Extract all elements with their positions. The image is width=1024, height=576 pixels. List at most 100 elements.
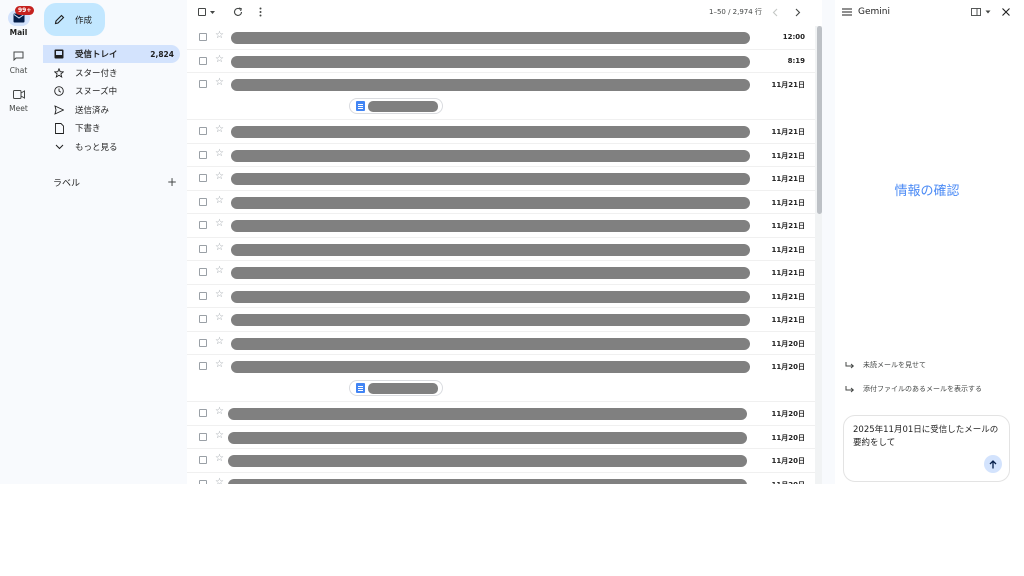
mail-row[interactable]: ☆ 11月20日 xyxy=(187,332,815,355)
gemini-panel: Gemini 情報の確認 未読メールを見せて 添付ファイルのあるメールを表示する… xyxy=(835,0,1024,484)
mail-row[interactable]: ☆ 11月21日 xyxy=(187,261,815,285)
mail-row[interactable]: ☆ 11月21日 xyxy=(187,167,815,191)
pagination-text: 1–50 / 2,974 行 xyxy=(709,8,762,16)
nav-item-label: 受信トレイ xyxy=(75,50,118,60)
scrollbar-thumb[interactable] xyxy=(817,26,822,214)
mail-row[interactable]: ☆ 11月20日 xyxy=(187,355,815,402)
mail-date: 11月21日 xyxy=(771,245,805,254)
row-checkbox[interactable] xyxy=(199,56,207,65)
redacted-content xyxy=(231,196,750,209)
unread-badge: 99+ xyxy=(15,6,35,15)
suggestion-chip[interactable]: 未読メールを見せて xyxy=(845,360,926,370)
row-checkbox[interactable] xyxy=(199,432,207,441)
row-checkbox[interactable] xyxy=(199,221,207,229)
row-checkbox[interactable] xyxy=(199,338,207,347)
send-button[interactable] xyxy=(984,455,1002,473)
nav-item-snoozed[interactable]: スヌーズ中 xyxy=(43,82,180,100)
next-page-button[interactable] xyxy=(795,6,801,18)
prompt-text: 2025年11月01日に受信したメールの要約をして xyxy=(853,425,999,448)
chevron-left-icon xyxy=(772,8,778,16)
row-checkbox[interactable] xyxy=(199,197,207,206)
refresh-button[interactable] xyxy=(233,6,243,18)
suggestion-chip[interactable]: 添付ファイルのあるメールを表示する xyxy=(845,384,982,394)
star-icon[interactable]: ☆ xyxy=(215,288,224,302)
nav-item-sent[interactable]: 送信済み xyxy=(43,101,180,119)
doc-icon xyxy=(356,101,365,111)
mail-row[interactable]: ☆ 8:19 xyxy=(187,50,815,73)
row-checkbox[interactable] xyxy=(199,291,207,300)
star-icon[interactable]: ☆ xyxy=(215,335,224,349)
star-icon[interactable]: ☆ xyxy=(215,311,224,325)
star-icon[interactable]: ☆ xyxy=(215,476,224,485)
mail-row[interactable]: ☆ 11月21日 xyxy=(187,144,815,167)
mail-row[interactable]: ☆ 11月21日 xyxy=(187,238,815,261)
mail-row[interactable]: ☆ 12:00 xyxy=(187,26,815,50)
mail-row[interactable]: ☆ 11月21日 xyxy=(187,73,815,120)
prev-page-button[interactable] xyxy=(772,6,778,18)
attachment-chip[interactable] xyxy=(349,380,443,396)
row-checkbox[interactable] xyxy=(199,409,207,417)
redacted-content xyxy=(231,149,750,162)
chevron-down-icon xyxy=(53,141,65,153)
star-icon[interactable]: ☆ xyxy=(215,241,224,255)
mail-row[interactable]: ☆ 11月20日 xyxy=(187,402,815,426)
mail-row[interactable]: ☆ 11月21日 xyxy=(187,191,815,214)
row-checkbox[interactable] xyxy=(199,268,207,276)
row-checkbox[interactable] xyxy=(199,80,207,88)
mail-row[interactable]: ☆ 11月21日 xyxy=(187,214,815,238)
star-icon xyxy=(53,67,65,79)
add-label-button[interactable]: + xyxy=(167,175,177,189)
mail-date: 11月20日 xyxy=(771,363,805,371)
row-checkbox[interactable] xyxy=(199,127,207,135)
forward-arrow-icon xyxy=(845,386,855,393)
mail-row[interactable]: ☆ 11月21日 xyxy=(187,120,815,144)
panel-layout-icon[interactable] xyxy=(971,8,981,16)
star-icon[interactable]: ☆ xyxy=(215,147,224,161)
star-icon[interactable]: ☆ xyxy=(215,217,224,231)
nav-item-starred[interactable]: スター付き xyxy=(43,64,180,82)
mail-row[interactable]: ☆ 11月20日 xyxy=(187,473,815,485)
star-icon[interactable]: ☆ xyxy=(215,53,224,67)
compose-button[interactable]: 作成 xyxy=(44,3,105,36)
gemini-prompt-input[interactable]: 2025年11月01日に受信したメールの要約をして xyxy=(843,415,1010,482)
nav-item-inbox[interactable]: 受信トレイ 2,824 xyxy=(43,45,180,63)
row-checkbox[interactable] xyxy=(199,33,207,41)
more-options-button[interactable] xyxy=(259,6,262,18)
row-checkbox[interactable] xyxy=(199,244,207,253)
mail-date: 11月21日 xyxy=(771,128,805,136)
mail-row[interactable]: ☆ 11月20日 xyxy=(187,426,815,449)
star-icon[interactable]: ☆ xyxy=(215,123,224,137)
star-icon[interactable]: ☆ xyxy=(215,264,224,278)
menu-icon[interactable] xyxy=(842,8,852,16)
row-checkbox[interactable] xyxy=(199,174,207,182)
star-icon[interactable]: ☆ xyxy=(215,452,224,466)
star-icon[interactable]: ☆ xyxy=(215,76,224,90)
doc-icon xyxy=(356,383,365,393)
star-icon[interactable]: ☆ xyxy=(215,170,224,184)
star-icon[interactable]: ☆ xyxy=(215,194,224,208)
star-icon[interactable]: ☆ xyxy=(215,29,224,43)
mail-row[interactable]: ☆ 11月21日 xyxy=(187,285,815,308)
labels-section: ラベル + xyxy=(53,175,177,189)
star-icon[interactable]: ☆ xyxy=(215,429,224,443)
nav-item-more[interactable]: もっと見る xyxy=(43,138,180,156)
row-checkbox[interactable] xyxy=(199,362,207,370)
nav-item-label: もっと見る xyxy=(75,143,118,153)
rail-chat[interactable]: Chat xyxy=(0,48,37,75)
attachment-chip[interactable] xyxy=(349,98,443,114)
rail-mail-label: Mail xyxy=(9,28,28,37)
nav-item-drafts[interactable]: 下書き xyxy=(43,119,180,137)
row-checkbox[interactable] xyxy=(199,150,207,159)
close-icon[interactable] xyxy=(1002,8,1010,16)
star-icon[interactable]: ☆ xyxy=(215,358,224,372)
row-checkbox[interactable] xyxy=(199,315,207,323)
row-checkbox[interactable] xyxy=(199,456,207,464)
caret-down-icon[interactable] xyxy=(985,10,991,14)
row-checkbox[interactable] xyxy=(199,479,207,484)
select-all-checkbox[interactable] xyxy=(198,6,216,18)
rail-meet[interactable]: Meet xyxy=(0,86,37,113)
mail-row[interactable]: ☆ 11月21日 xyxy=(187,308,815,332)
nav-item-label: 下書き xyxy=(75,124,101,134)
mail-row[interactable]: ☆ 11月20日 xyxy=(187,449,815,473)
star-icon[interactable]: ☆ xyxy=(215,405,224,419)
